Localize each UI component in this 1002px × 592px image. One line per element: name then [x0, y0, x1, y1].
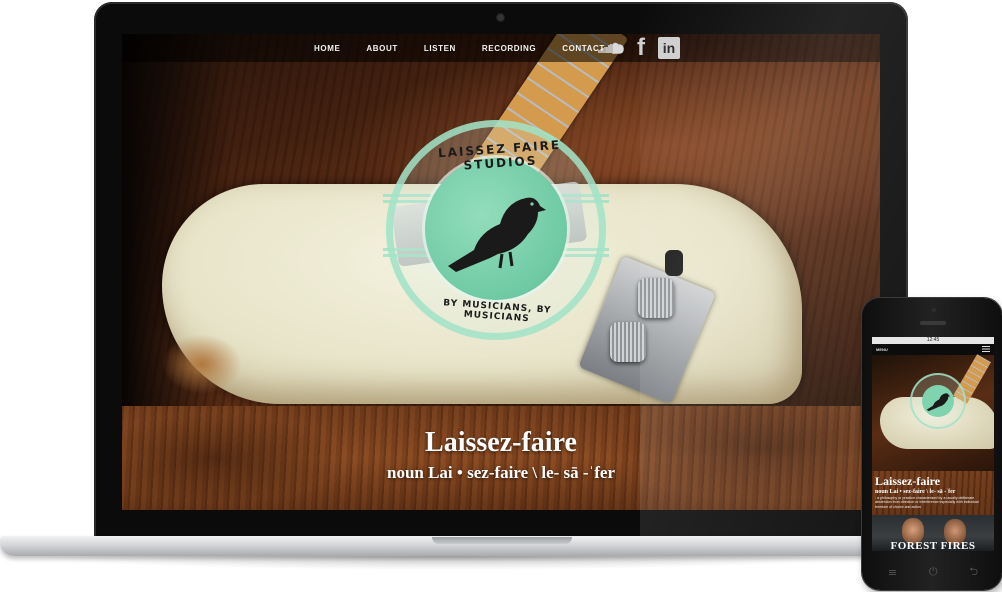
- guitar-wear: [162, 334, 242, 394]
- phone-speaker: [920, 321, 946, 325]
- hero-subtitle: noun Lai • sez-faire \ le- sā -ˈfer: [386, 463, 615, 482]
- menu-button-icon[interactable]: ≡: [888, 566, 897, 579]
- laptop-camera: [497, 14, 504, 21]
- nav-recording[interactable]: RECORDING: [482, 44, 536, 53]
- status-bar-time: 12:45: [872, 337, 994, 344]
- mobile-bird-icon: [926, 393, 951, 412]
- phone-screen: 12:45 MENU Laissez-faire noun Lai • sez-…: [872, 337, 994, 551]
- social-links: f in: [598, 34, 680, 62]
- mobile-title: Laissez-faire: [875, 474, 941, 488]
- laptop-screen: LAISSEZ FAIRE STUDIOS BY MUSICIANS, BY M…: [122, 34, 880, 510]
- facebook-icon[interactable]: f: [634, 34, 648, 62]
- nav-listen[interactable]: LISTEN: [424, 44, 456, 53]
- nav-home[interactable]: HOME: [314, 44, 340, 53]
- mobile-subtitle: noun Lai • sez-faire \ le- sā -ˈfer: [875, 489, 956, 495]
- nav-menu: HOME ABOUT LISTEN RECORDING CONTACT: [314, 34, 631, 62]
- hamburger-icon[interactable]: [982, 346, 990, 352]
- volume-knob: [638, 278, 674, 318]
- home-button-icon[interactable]: ⏻: [929, 565, 938, 579]
- tone-knob: [610, 322, 646, 362]
- mobile-description: : a philosophy or practice characterized…: [875, 496, 979, 509]
- nav-about[interactable]: ABOUT: [366, 44, 397, 53]
- selector-switch: [665, 250, 683, 276]
- laptop-shadow: [30, 556, 860, 570]
- back-button-icon[interactable]: ⮌: [969, 563, 978, 582]
- phone-camera: [932, 308, 936, 312]
- top-navigation: HOME ABOUT LISTEN RECORDING CONTACT f in: [122, 34, 880, 62]
- phone-nav-buttons: ≡ ⏻ ⮌: [872, 560, 994, 584]
- forest-fires-title: FOREST FIRES: [890, 540, 976, 551]
- mobile-menu-label[interactable]: MENU: [876, 347, 888, 352]
- bird-icon: [448, 197, 546, 272]
- hero-title: Laissez-faire: [425, 427, 577, 458]
- linkedin-icon[interactable]: in: [658, 37, 680, 59]
- laptop-notch: [432, 537, 572, 544]
- soundcloud-icon[interactable]: [598, 42, 624, 54]
- mobile-nav: [872, 344, 994, 355]
